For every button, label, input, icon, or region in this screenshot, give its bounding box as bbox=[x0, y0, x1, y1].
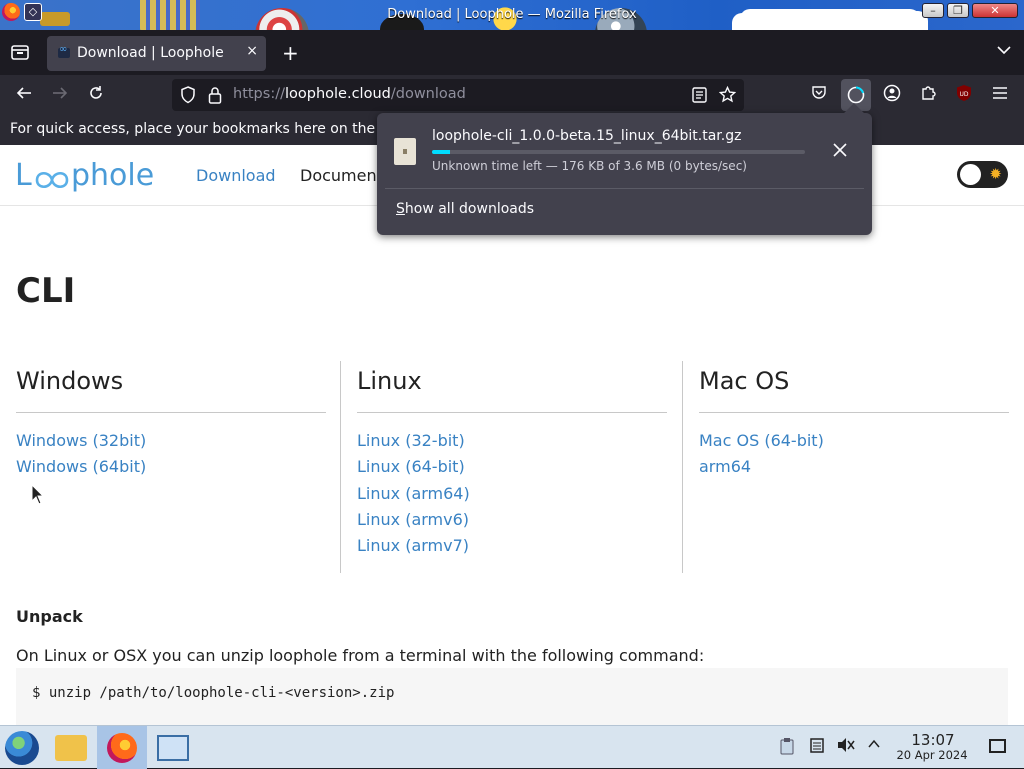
ublock-origin-icon[interactable]: UD bbox=[953, 84, 975, 106]
theme-toggle[interactable]: ✹ bbox=[957, 161, 1008, 188]
nav-link-documentation[interactable]: Documen bbox=[300, 166, 377, 185]
minimize-button[interactable]: – bbox=[922, 3, 944, 18]
window-title: Download | Loophole — Mozilla Firefox bbox=[387, 7, 637, 22]
column-divider bbox=[340, 361, 341, 573]
loophole-favicon-icon bbox=[58, 44, 70, 58]
unzip-command: $ unzip /path/to/loophole-cli-<version>.… bbox=[32, 685, 395, 701]
firefox-view-icon[interactable] bbox=[11, 43, 29, 65]
tab-bar: Download | Loophole × + bbox=[0, 30, 1024, 75]
unpack-heading: Unpack bbox=[16, 607, 83, 626]
tab-download-loophole[interactable]: Download | Loophole × bbox=[47, 36, 266, 71]
code-block: $ unzip /path/to/loophole-cli-<version>.… bbox=[16, 668, 1008, 725]
back-button[interactable] bbox=[12, 84, 36, 106]
download-progress-fill bbox=[432, 150, 450, 154]
svg-text:UD: UD bbox=[960, 91, 969, 98]
svg-text:L: L bbox=[15, 158, 32, 192]
close-window-button[interactable]: ✕ bbox=[972, 3, 1018, 18]
download-progress-bar bbox=[432, 150, 805, 154]
download-link[interactable]: Linux (64-bit) bbox=[357, 454, 667, 480]
download-column-windows: Windows Windows (32bit) Windows (64bit) bbox=[16, 361, 326, 573]
clock-date[interactable]: 20 Apr 2024 bbox=[892, 748, 972, 762]
clipboard-tray-icon[interactable] bbox=[779, 737, 795, 759]
column-title: Mac OS bbox=[699, 361, 1009, 413]
chevron-up-icon[interactable] bbox=[867, 737, 881, 755]
notes-tray-icon[interactable] bbox=[809, 737, 825, 757]
extensions-puzzle-icon[interactable] bbox=[917, 84, 939, 106]
sun-icon: ✹ bbox=[989, 165, 1002, 183]
download-status: Unknown time left — 176 KB of 3.6 MB (0 … bbox=[432, 159, 747, 173]
folder-icon bbox=[55, 735, 87, 761]
download-link[interactable]: Linux (armv6) bbox=[357, 507, 667, 533]
tab-close-icon[interactable]: × bbox=[246, 43, 258, 59]
column-title: Windows bbox=[16, 361, 326, 413]
system-settings-icon bbox=[157, 735, 189, 761]
maximize-button[interactable]: ❐ bbox=[947, 3, 969, 18]
reload-button[interactable] bbox=[84, 84, 108, 106]
panel-separator bbox=[385, 188, 864, 189]
download-column-macos: Mac OS Mac OS (64-bit) arm64 bbox=[699, 361, 1009, 573]
new-tab-button[interactable]: + bbox=[282, 41, 299, 65]
cancel-download-icon[interactable] bbox=[833, 141, 847, 162]
app-menu-hamburger-icon[interactable] bbox=[989, 84, 1011, 106]
bookmark-star-icon[interactable] bbox=[718, 85, 737, 107]
download-column-linux: Linux Linux (32-bit) Linux (64-bit) Linu… bbox=[357, 361, 667, 573]
window-titlebar: ◇ Download | Loophole — Mozilla Firefox … bbox=[0, 0, 1024, 30]
download-link[interactable]: Linux (32-bit) bbox=[357, 428, 667, 454]
download-link[interactable]: Mac OS (64-bit) bbox=[699, 428, 1009, 454]
pocket-icon[interactable] bbox=[808, 84, 830, 106]
download-link[interactable]: Windows (64bit) bbox=[16, 454, 326, 480]
show-all-downloads-button[interactable]: Show all downloads bbox=[396, 201, 534, 217]
download-link[interactable]: Windows (32bit) bbox=[16, 428, 326, 454]
account-icon[interactable] bbox=[881, 84, 903, 106]
lock-icon[interactable] bbox=[208, 86, 222, 108]
reader-view-icon[interactable] bbox=[692, 87, 707, 107]
mouse-cursor-icon bbox=[31, 483, 45, 510]
nav-link-download[interactable]: Download bbox=[196, 166, 276, 185]
toggle-knob bbox=[960, 164, 981, 185]
taskbar-file-manager[interactable] bbox=[46, 726, 96, 769]
list-all-tabs-icon[interactable] bbox=[996, 42, 1012, 62]
column-title: Linux bbox=[357, 361, 667, 413]
unpack-instructions: On Linux or OSX you can unzip loophole f… bbox=[16, 646, 705, 665]
download-link[interactable]: Linux (arm64) bbox=[357, 481, 667, 507]
downloads-panel: loophole-cli_1.0.0-beta.15_linux_64bit.t… bbox=[377, 113, 872, 235]
taskbar-control-panel[interactable] bbox=[148, 726, 198, 769]
url-text[interactable]: https://loophole.cloud/download bbox=[233, 86, 466, 102]
url-bar[interactable]: https://loophole.cloud/download bbox=[172, 79, 744, 111]
svg-text:phole: phole bbox=[71, 158, 154, 192]
download-link[interactable]: arm64 bbox=[699, 454, 1009, 480]
show-desktop-button[interactable] bbox=[989, 739, 1006, 753]
download-link[interactable]: Linux (armv7) bbox=[357, 533, 667, 559]
taskbar-firefox[interactable] bbox=[97, 726, 147, 769]
volume-muted-icon[interactable] bbox=[837, 737, 855, 757]
download-filename[interactable]: loophole-cli_1.0.0-beta.15_linux_64bit.t… bbox=[432, 128, 741, 144]
tracking-protection-shield-icon[interactable] bbox=[180, 86, 196, 108]
tab-label: Download | Loophole bbox=[77, 45, 224, 61]
forward-button[interactable] bbox=[48, 84, 72, 106]
clock-time[interactable]: 13:07 bbox=[898, 731, 968, 749]
navigation-toolbar: https://loophole.cloud/download UD bbox=[0, 75, 1024, 115]
column-divider bbox=[682, 361, 683, 573]
start-menu-button[interactable] bbox=[5, 731, 39, 765]
firefox-icon bbox=[107, 733, 137, 763]
loophole-logo[interactable]: L phole bbox=[15, 158, 161, 200]
bookmarks-empty-message: For quick access, place your bookmarks h… bbox=[10, 121, 398, 137]
archive-file-icon bbox=[394, 138, 416, 165]
taskbar: 13:07 20 Apr 2024 bbox=[0, 725, 1024, 769]
page-title: CLI bbox=[16, 271, 76, 311]
